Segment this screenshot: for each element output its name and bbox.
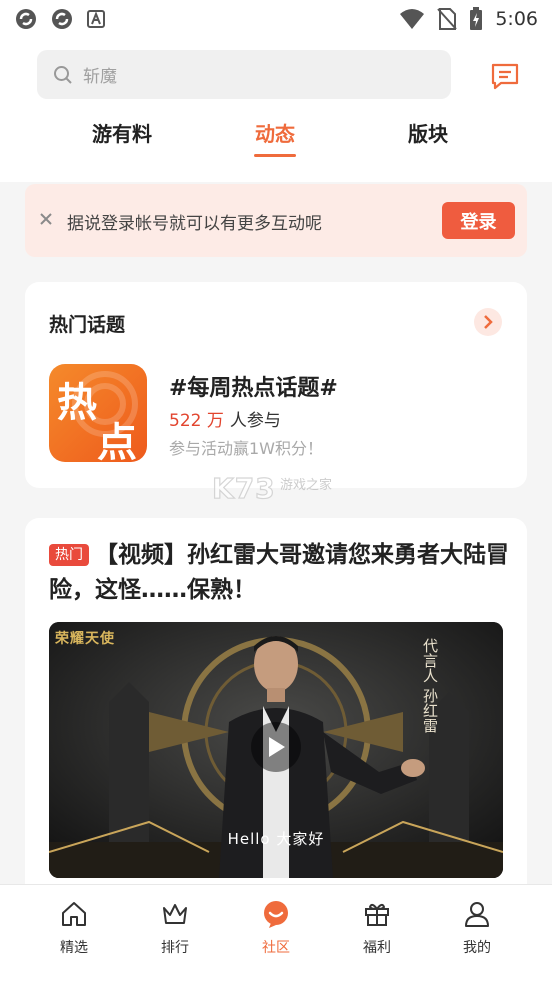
wifi-icon — [400, 9, 425, 29]
video-caption: Hello 大家好 — [227, 830, 325, 848]
tab-bankuai[interactable]: 版块 — [378, 118, 478, 147]
community-icon — [264, 901, 288, 928]
tab-youyouliao[interactable]: 游有料 — [72, 118, 172, 147]
video-game-logo: 荣耀天使 — [55, 631, 115, 647]
chevron-right-icon — [484, 315, 493, 329]
nav-item-wode[interactable]: 我的 — [437, 899, 517, 957]
hot-topics-more-button[interactable] — [474, 308, 502, 336]
status-time: 5:06 — [495, 8, 538, 30]
nav-label: 我的 — [463, 940, 491, 956]
hot-badge: 热门 — [49, 544, 89, 566]
nav-item-paihang[interactable]: 排行 — [135, 899, 215, 957]
hot-topic-image[interactable]: 热 点 — [49, 364, 147, 462]
nav-label: 精选 — [60, 940, 88, 956]
message-icon — [491, 63, 519, 90]
login-button[interactable]: 登录 — [442, 202, 515, 239]
battery-charging-icon — [470, 7, 483, 30]
watermark-logo: K73 — [211, 471, 276, 505]
search-placeholder: 斩魔 — [83, 67, 117, 87]
status-bar: 5:06 — [0, 0, 552, 38]
play-icon — [269, 737, 285, 757]
search-icon — [54, 65, 72, 84]
video-player[interactable]: 荣耀天使 代言人 孙红雷 Hello 大家好 — [49, 622, 503, 878]
nav-item-shequ[interactable]: 社区 — [236, 899, 316, 957]
hot-topics-title: 热门话题 — [49, 314, 126, 336]
watermark-subtext: 游戏之家 — [280, 478, 333, 493]
profile-icon — [465, 902, 489, 927]
bottom-navigation: 精选 排行 社区 福利 我的 — [0, 884, 552, 981]
play-button[interactable] — [251, 722, 301, 772]
nav-label: 排行 — [161, 940, 189, 956]
crown-icon — [163, 904, 187, 924]
top-bar: 斩魔 游有料 动态 版块 — [0, 38, 552, 182]
topic-participants: 522 万人参与 — [169, 406, 281, 431]
post-card[interactable]: 热门 【视频】孙红雷大哥邀请您来勇者大陆冒险，这怪……保熟！ 荣耀天使 代言人 … — [25, 518, 527, 898]
gift-icon — [365, 903, 389, 926]
video-side-text: 代言人 孙红雷 — [421, 638, 439, 733]
participant-count: 522 万 — [169, 411, 224, 431]
nav-label: 福利 — [363, 940, 391, 956]
topic-name[interactable]: #每周热点话题# — [169, 370, 338, 402]
home-icon — [62, 902, 86, 926]
post-title: 【视频】孙红雷大哥邀请您来勇者大陆冒险，这怪……保熟！ — [49, 542, 509, 603]
tab-bar: 游有料 动态 版块 — [0, 114, 552, 164]
search-input[interactable]: 斩魔 — [37, 50, 451, 99]
close-icon[interactable] — [37, 210, 55, 228]
hot-topics-card: 热门话题 热 点 #每周热点话题# 522 万人参与 参与活动赢1W积分！ — [25, 282, 527, 488]
nav-label: 社区 — [262, 940, 290, 956]
login-prompt-text: 据说登录帐号就可以有更多互动呢 — [67, 214, 322, 234]
topic-subtitle: 参与活动赢1W积分！ — [169, 439, 324, 458]
app-notification-icon — [87, 10, 105, 28]
no-sim-icon — [437, 8, 458, 30]
nav-item-jingxuan[interactable]: 精选 — [34, 899, 114, 957]
post-title-block[interactable]: 热门 【视频】孙红雷大哥邀请您来勇者大陆冒险，这怪……保熟！ — [49, 538, 509, 608]
nav-item-fuli[interactable]: 福利 — [337, 899, 417, 957]
participant-suffix: 人参与 — [229, 411, 281, 431]
login-banner: 据说登录帐号就可以有更多互动呢 登录 — [25, 184, 527, 257]
watermark: K73 游戏之家 — [211, 471, 342, 508]
tab-dongtai[interactable]: 动态 — [225, 118, 325, 147]
message-button[interactable] — [490, 62, 520, 90]
hot-topic-image-char-1: 热 — [57, 380, 97, 426]
sync-icon — [52, 9, 72, 29]
hot-topic-image-char-2: 点 — [97, 420, 137, 462]
active-tab-indicator — [254, 154, 296, 157]
sync-icon — [16, 9, 36, 29]
